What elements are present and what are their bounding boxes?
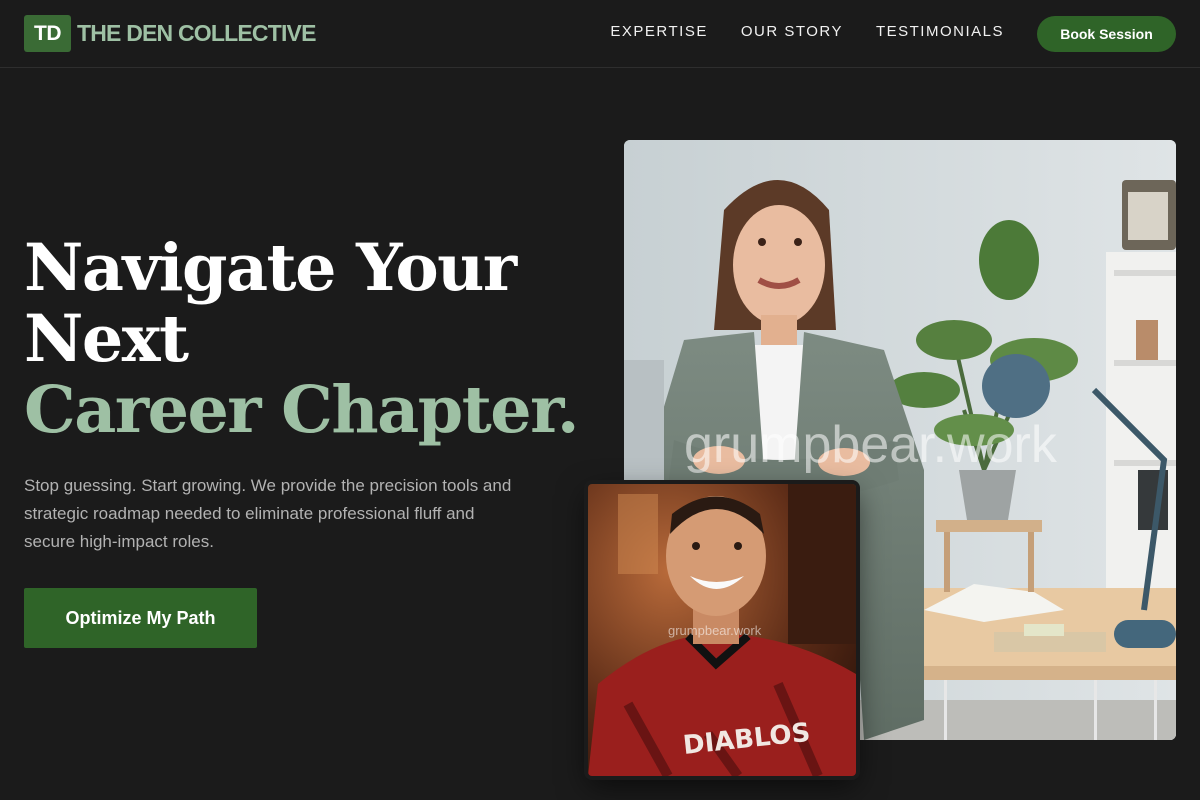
logo-mark: TD <box>24 15 71 52</box>
book-session-button[interactable]: Book Session <box>1037 16 1176 52</box>
headline-accent: Career Chapter. <box>24 372 580 448</box>
client-photo-illustration: DIABLOS grumpbear.work <box>588 484 856 776</box>
hero-description: Stop guessing. Start growing. We provide… <box>24 476 512 551</box>
hero-headline: Navigate Your Next Career Chapter. <box>24 233 584 446</box>
main-photo-watermark: grumpbear.work <box>684 416 1058 474</box>
optimize-path-button[interactable]: Optimize My Path <box>24 588 257 648</box>
headline-line-1: Navigate Your <box>24 230 517 306</box>
inset-photo-watermark: grumpbear.work <box>668 623 762 638</box>
top-navigation: TD THE DEN COLLECTIVE EXPERTISE OUR STOR… <box>0 0 1200 68</box>
nav-link-our-story[interactable]: OUR STORY <box>741 23 843 40</box>
headline-line-2: Next <box>24 301 189 377</box>
client-photo: DIABLOS grumpbear.work <box>588 484 856 776</box>
nav-link-testimonials[interactable]: TESTIMONIALS <box>876 23 1004 40</box>
brand-name: THE DEN COLLECTIVE <box>77 20 316 46</box>
brand-logo[interactable]: TD THE DEN COLLECTIVE <box>24 15 316 52</box>
nav-links: EXPERTISE OUR STORY TESTIMONIALS <box>610 23 1004 40</box>
nav-link-expertise[interactable]: EXPERTISE <box>610 23 707 40</box>
